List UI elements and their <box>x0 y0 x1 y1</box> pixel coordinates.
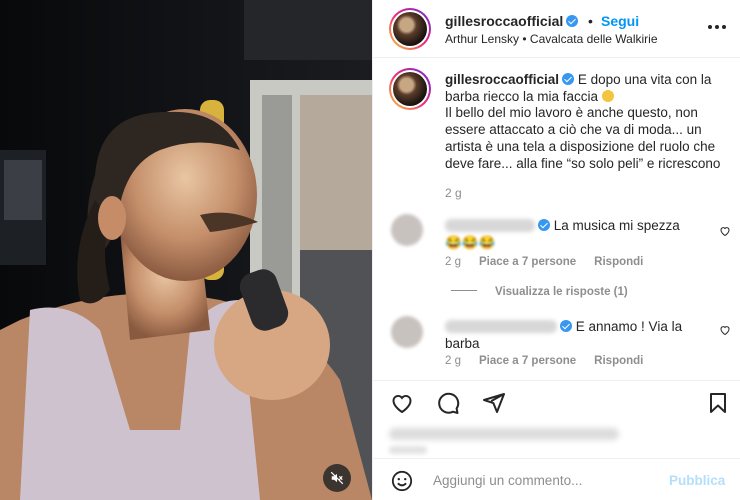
mute-toggle-button[interactable] <box>323 464 351 492</box>
reply-button[interactable]: Rispondi <box>594 355 643 367</box>
view-replies-label[interactable]: Visualizza le risposte (1) <box>495 286 628 298</box>
comment-composer: Pubblica <box>373 458 740 500</box>
comment-emoji-row: 😂😂😂 <box>445 234 496 250</box>
caption-username[interactable]: gillesroccaofficial <box>445 72 559 87</box>
comment-likes[interactable]: Piace a 7 persone <box>479 256 576 268</box>
comment-item: E annamo ! Via la barba <box>445 319 705 352</box>
post-caption: gillesroccaofficial E dopo una vita con … <box>445 72 723 172</box>
comment-text: La musica mi spezza <box>553 218 680 233</box>
comment-avatar[interactable] <box>391 214 423 246</box>
likes-count-redacted <box>389 428 619 440</box>
verified-badge-icon <box>538 219 550 231</box>
follow-button[interactable]: Segui <box>601 13 639 29</box>
bookmark-icon[interactable] <box>705 391 731 415</box>
comment-icon[interactable] <box>435 391 461 415</box>
comment-username[interactable] <box>445 219 535 232</box>
post-header: gillesroccaofficial • Segui Arthur Lensk… <box>373 0 740 58</box>
comment-time[interactable]: 2 g <box>445 355 461 367</box>
reply-button[interactable]: Rispondi <box>594 256 643 268</box>
verified-badge-icon <box>560 320 572 332</box>
post-video[interactable] <box>0 0 372 500</box>
caption-author-avatar[interactable] <box>389 68 431 110</box>
heart-icon[interactable] <box>719 324 731 336</box>
comment-input[interactable] <box>433 469 653 491</box>
smiling-emoji-icon <box>601 89 614 102</box>
post-date-redacted <box>389 446 427 454</box>
comment-item: La musica mi spezza 😂😂😂 <box>445 218 705 251</box>
speaker-muted-icon <box>330 471 344 485</box>
comment-meta: 2 g Piace a 7 persone Rispondi <box>445 256 643 268</box>
header-separator: • <box>588 13 593 29</box>
verified-badge-icon <box>562 73 575 85</box>
heart-icon[interactable] <box>389 391 415 415</box>
action-bar <box>373 380 740 420</box>
video-frame <box>0 0 372 500</box>
heart-icon[interactable] <box>719 225 731 237</box>
caption-text-2: Il bello del mio lavoro è anche questo, … <box>445 105 721 171</box>
author-username[interactable]: gillesroccaofficial <box>445 13 579 29</box>
paper-plane-icon[interactable] <box>481 391 507 415</box>
verified-badge-icon <box>566 15 579 27</box>
caption-timestamp[interactable]: 2 g <box>445 186 462 200</box>
comment-likes[interactable]: Piace a 7 persone <box>479 355 576 367</box>
post-sidebar: gillesroccaofficial • Segui Arthur Lensk… <box>372 0 740 500</box>
comment-meta: 2 g Piace a 7 persone Rispondi <box>445 355 643 367</box>
view-replies-button[interactable]: Visualizza le risposte (1) <box>451 286 628 298</box>
comment-time[interactable]: 2 g <box>445 256 461 268</box>
audio-track-link[interactable]: Arthur Lensky • Cavalcata delle Walkirie <box>445 32 658 46</box>
comment-avatar[interactable] <box>391 316 423 348</box>
more-options-icon[interactable] <box>705 18 729 36</box>
emoji-icon[interactable] <box>391 470 413 492</box>
publish-button[interactable]: Pubblica <box>669 473 725 488</box>
instagram-post-modal: gillesroccaofficial • Segui Arthur Lensk… <box>0 0 740 500</box>
author-username-link[interactable]: gillesroccaofficial <box>445 13 563 29</box>
author-avatar[interactable] <box>389 8 431 50</box>
comment-username[interactable] <box>445 320 557 333</box>
replies-divider <box>451 290 477 291</box>
